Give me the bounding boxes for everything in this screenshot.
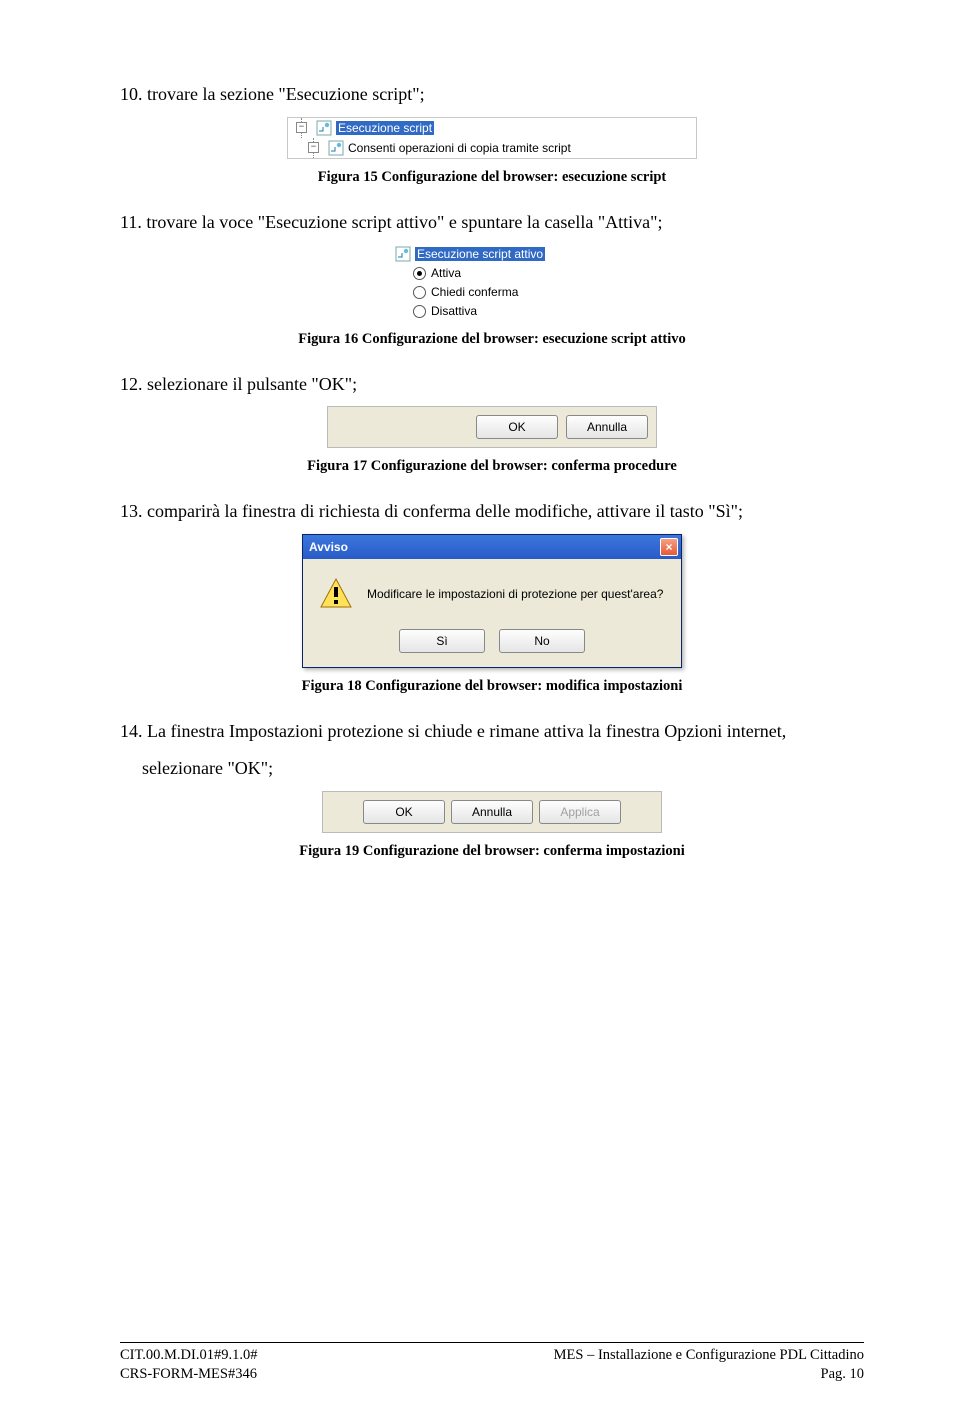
figure-19-caption: Figura 19 Configurazione del browser: co… — [120, 843, 864, 860]
step-10: 10. trovare la sezione "Esecuzione scrip… — [120, 80, 864, 109]
radio-label: Chiedi conferma — [431, 285, 518, 299]
radio-label: Disattiva — [431, 304, 477, 318]
ok-button[interactable]: OK — [363, 800, 445, 824]
footer-doc-title: MES – Installazione e Configurazione PDL… — [554, 1346, 864, 1366]
tree-item-label: Esecuzione script attivo — [415, 247, 545, 261]
radio-label: Attiva — [431, 266, 461, 280]
step-14-line2: selezionare "OK"; — [120, 754, 864, 783]
radio-attiva[interactable]: Attiva — [377, 264, 607, 283]
footer-page-num: Pag. 10 — [821, 1365, 865, 1385]
figure-18-caption: Figura 18 Configurazione del browser: mo… — [120, 678, 864, 695]
tree-item-label: Consenti operazioni di copia tramite scr… — [348, 141, 571, 155]
close-icon[interactable]: × — [660, 538, 678, 556]
script-icon — [395, 246, 411, 262]
script-icon — [328, 140, 344, 156]
radio-icon — [413, 286, 426, 299]
figure-17-caption: Figura 17 Configurazione del browser: co… — [120, 458, 864, 475]
page-footer: CIT.00.M.DI.01#9.1.0# MES – Installazion… — [0, 1342, 960, 1385]
yes-button[interactable]: Sì — [399, 629, 485, 653]
footer-code-1: CIT.00.M.DI.01#9.1.0# — [120, 1346, 257, 1366]
step-13: 13. comparirà la finestra di richiesta d… — [120, 497, 864, 526]
apply-button: Applica — [539, 800, 621, 824]
radio-icon — [413, 305, 426, 318]
dialog-title: Avviso — [309, 540, 348, 554]
dialog-message: Modificare le impostazioni di protezione… — [367, 587, 663, 601]
radio-disattiva[interactable]: Disattiva — [377, 302, 607, 321]
script-icon — [316, 120, 332, 136]
step-12: 12. selezionare il pulsante "OK"; — [120, 370, 864, 399]
step-14-line1: 14. La finestra Impostazioni protezione … — [120, 717, 864, 746]
dialog-titlebar: Avviso × — [303, 535, 681, 559]
figure-17-buttons: OK Annulla — [327, 406, 657, 448]
step-11: 11. trovare la voce "Esecuzione script a… — [120, 208, 864, 237]
footer-code-2: CRS-FORM-MES#346 — [120, 1365, 257, 1385]
cancel-button[interactable]: Annulla — [451, 800, 533, 824]
ok-button[interactable]: OK — [476, 415, 558, 439]
cancel-button[interactable]: Annulla — [566, 415, 648, 439]
no-button[interactable]: No — [499, 629, 585, 653]
figure-18-dialog: Avviso × Modificare le impostazioni di p… — [302, 534, 682, 668]
radio-icon — [413, 267, 426, 280]
figure-19-buttons: OK Annulla Applica — [322, 791, 662, 833]
figure-16-caption: Figura 16 Configurazione del browser: es… — [120, 331, 864, 348]
figure-15-caption: Figura 15 Configurazione del browser: es… — [120, 169, 864, 186]
warning-icon — [319, 577, 353, 611]
tree-item-label: Esecuzione script — [336, 121, 434, 135]
figure-15-tree: − Esecuzione script − Consenti operazion… — [287, 117, 697, 159]
figure-16-tree: Esecuzione script attivo Attiva Chiedi c… — [377, 245, 607, 321]
radio-chiedi-conferma[interactable]: Chiedi conferma — [377, 283, 607, 302]
